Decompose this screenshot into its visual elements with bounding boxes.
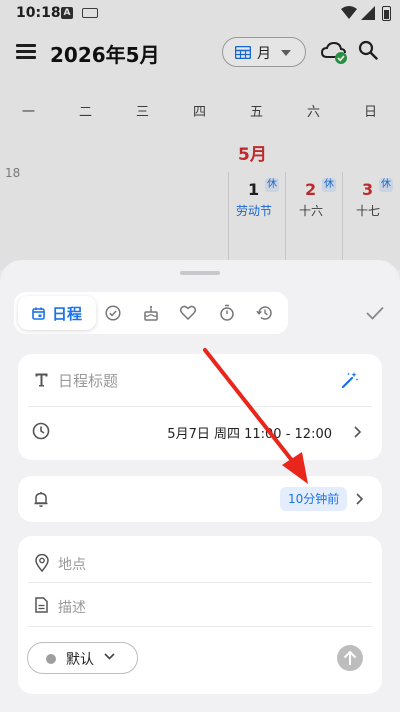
event-time-range[interactable]: 5月7日 周四 11:00 - 12:00 bbox=[167, 423, 332, 442]
clock-icon bbox=[32, 422, 50, 440]
bell-icon bbox=[34, 492, 48, 507]
details-card: 地点 描述 默认 bbox=[18, 536, 382, 694]
chevron-right-icon[interactable] bbox=[356, 493, 363, 505]
calendar-selector[interactable]: 默认 bbox=[27, 642, 138, 674]
tab-schedule[interactable]: 日程 bbox=[18, 296, 96, 330]
history-icon[interactable] bbox=[256, 305, 273, 321]
location-field[interactable]: 地点 bbox=[58, 554, 86, 574]
title-time-card: 5月7日 周四 11:00 - 12:00 bbox=[18, 354, 382, 460]
chevron-down-icon bbox=[104, 653, 115, 660]
check-circle-icon[interactable] bbox=[105, 305, 121, 321]
magic-wand-icon[interactable] bbox=[341, 371, 359, 389]
calendar-icon bbox=[32, 307, 45, 320]
submit-button[interactable] bbox=[337, 645, 363, 671]
arrow-up-icon bbox=[343, 650, 357, 665]
reminder-chip[interactable]: 10分钟前 bbox=[280, 487, 348, 511]
document-icon bbox=[35, 597, 48, 613]
divider bbox=[28, 626, 372, 627]
confirm-check-icon[interactable] bbox=[366, 306, 384, 320]
divider bbox=[28, 406, 372, 407]
divider bbox=[28, 582, 372, 583]
reminder-card[interactable]: 10分钟前 bbox=[18, 476, 382, 522]
tab-schedule-label: 日程 bbox=[52, 305, 83, 323]
event-type-tabs: 日程 bbox=[14, 292, 288, 334]
chevron-right-icon[interactable] bbox=[354, 426, 361, 438]
new-event-sheet: 日程 日程标题 5月7日 周四 11:00 - 12:00 10分钟前 地点 描… bbox=[0, 260, 400, 712]
cake-icon[interactable] bbox=[143, 305, 159, 321]
heart-icon[interactable] bbox=[180, 305, 196, 320]
timer-icon[interactable] bbox=[219, 304, 235, 321]
location-pin-icon bbox=[35, 554, 49, 572]
event-title-input[interactable] bbox=[58, 369, 328, 393]
calendar-selector-label: 默认 bbox=[66, 652, 94, 668]
drag-handle[interactable] bbox=[180, 271, 220, 275]
text-format-icon bbox=[35, 373, 48, 387]
calendar-color-dot bbox=[46, 654, 56, 664]
description-field[interactable]: 描述 bbox=[58, 597, 86, 617]
